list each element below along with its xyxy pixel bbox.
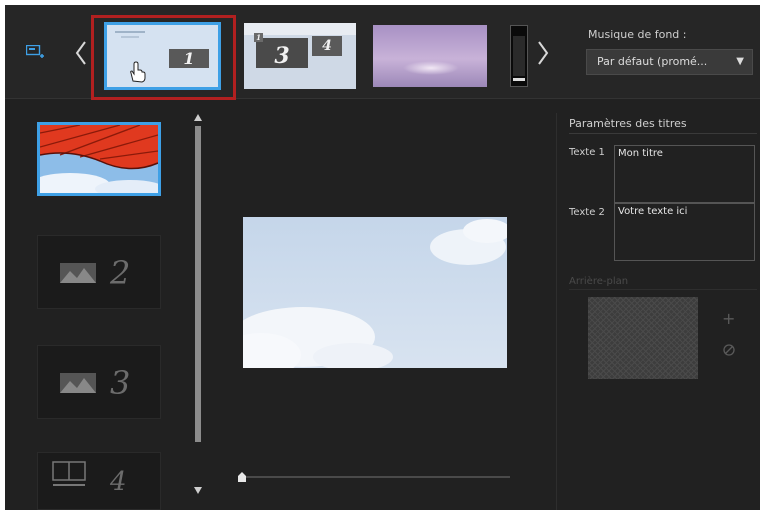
slide-thumbnail-4[interactable]: 4 xyxy=(37,452,161,510)
title-parameters-panel: Paramètres des titres Texte 1 Mon titre … xyxy=(556,113,760,510)
app-window: 1 3 4 1 Musique de fond : Par défaut (pr… xyxy=(5,5,760,510)
chevron-right-icon[interactable] xyxy=(535,39,551,67)
text1-field[interactable]: Mon titre xyxy=(614,145,755,203)
slide-number-label: 4 xyxy=(110,467,127,497)
slide-list-scrollbar[interactable] xyxy=(193,112,203,497)
thumb-panel xyxy=(513,36,525,76)
slide-preview xyxy=(243,217,507,368)
slide-thumbnail-2[interactable]: 2 xyxy=(37,235,161,309)
clear-icon[interactable] xyxy=(722,343,736,357)
slide-number-badge: 4 xyxy=(312,36,342,56)
layout-icon xyxy=(52,461,86,486)
image-placeholder-icon xyxy=(60,373,96,393)
add-background-icon[interactable]: + xyxy=(722,309,735,328)
thumb-title-line xyxy=(115,31,145,33)
slide-number-badge: 1 xyxy=(169,49,209,68)
slide-image xyxy=(40,125,158,193)
storyboard-strip: 1 3 4 1 Musique de fond : Par défaut (pr… xyxy=(5,5,760,100)
storyboard-thumbnail-3[interactable] xyxy=(373,25,487,87)
slide-thumbnail-1[interactable] xyxy=(37,122,161,196)
slide-number-label: 3 xyxy=(110,364,131,402)
background-swatch[interactable] xyxy=(588,297,698,379)
add-slide-icon[interactable] xyxy=(26,45,44,59)
scrollbar-thumb[interactable] xyxy=(195,126,201,442)
scroll-down-icon[interactable] xyxy=(194,487,202,494)
text2-label: Texte 2 xyxy=(569,207,605,218)
music-label: Musique de fond : xyxy=(588,28,687,41)
thumb-bar xyxy=(513,78,525,81)
slide-number-badge: 3 xyxy=(256,38,308,69)
storyboard-thumbnail-4[interactable] xyxy=(510,25,528,87)
slide-thumbnail-3[interactable]: 3 xyxy=(37,345,161,419)
storyboard-thumbnail-1[interactable]: 1 xyxy=(104,22,221,90)
image-placeholder-icon xyxy=(60,263,96,283)
chevron-down-icon: ▼ xyxy=(736,56,744,67)
background-label: Arrière-plan xyxy=(569,276,629,287)
music-dropdown[interactable]: Par défaut (promé... ▼ xyxy=(586,49,753,75)
slide-number-badge: 1 xyxy=(254,33,263,42)
thumb-glow xyxy=(403,61,459,75)
preview-image xyxy=(243,219,507,368)
slider-handle[interactable] xyxy=(238,472,246,482)
slide-number-label: 2 xyxy=(110,254,131,292)
divider xyxy=(569,133,757,134)
divider xyxy=(569,289,757,290)
music-selected-value: Par défaut (promé... xyxy=(597,55,708,68)
chevron-left-icon[interactable] xyxy=(73,39,89,67)
scroll-up-icon[interactable] xyxy=(194,114,202,121)
preview-timeline-slider[interactable] xyxy=(235,467,510,487)
hand-cursor-icon xyxy=(130,61,146,83)
panel-title: Paramètres des titres xyxy=(569,117,687,130)
thumb-subtitle-line xyxy=(121,36,139,38)
storyboard-thumbnail-2[interactable]: 3 4 1 xyxy=(244,23,356,89)
text2-field[interactable]: Votre texte ici xyxy=(614,203,755,261)
text1-label: Texte 1 xyxy=(569,147,605,158)
